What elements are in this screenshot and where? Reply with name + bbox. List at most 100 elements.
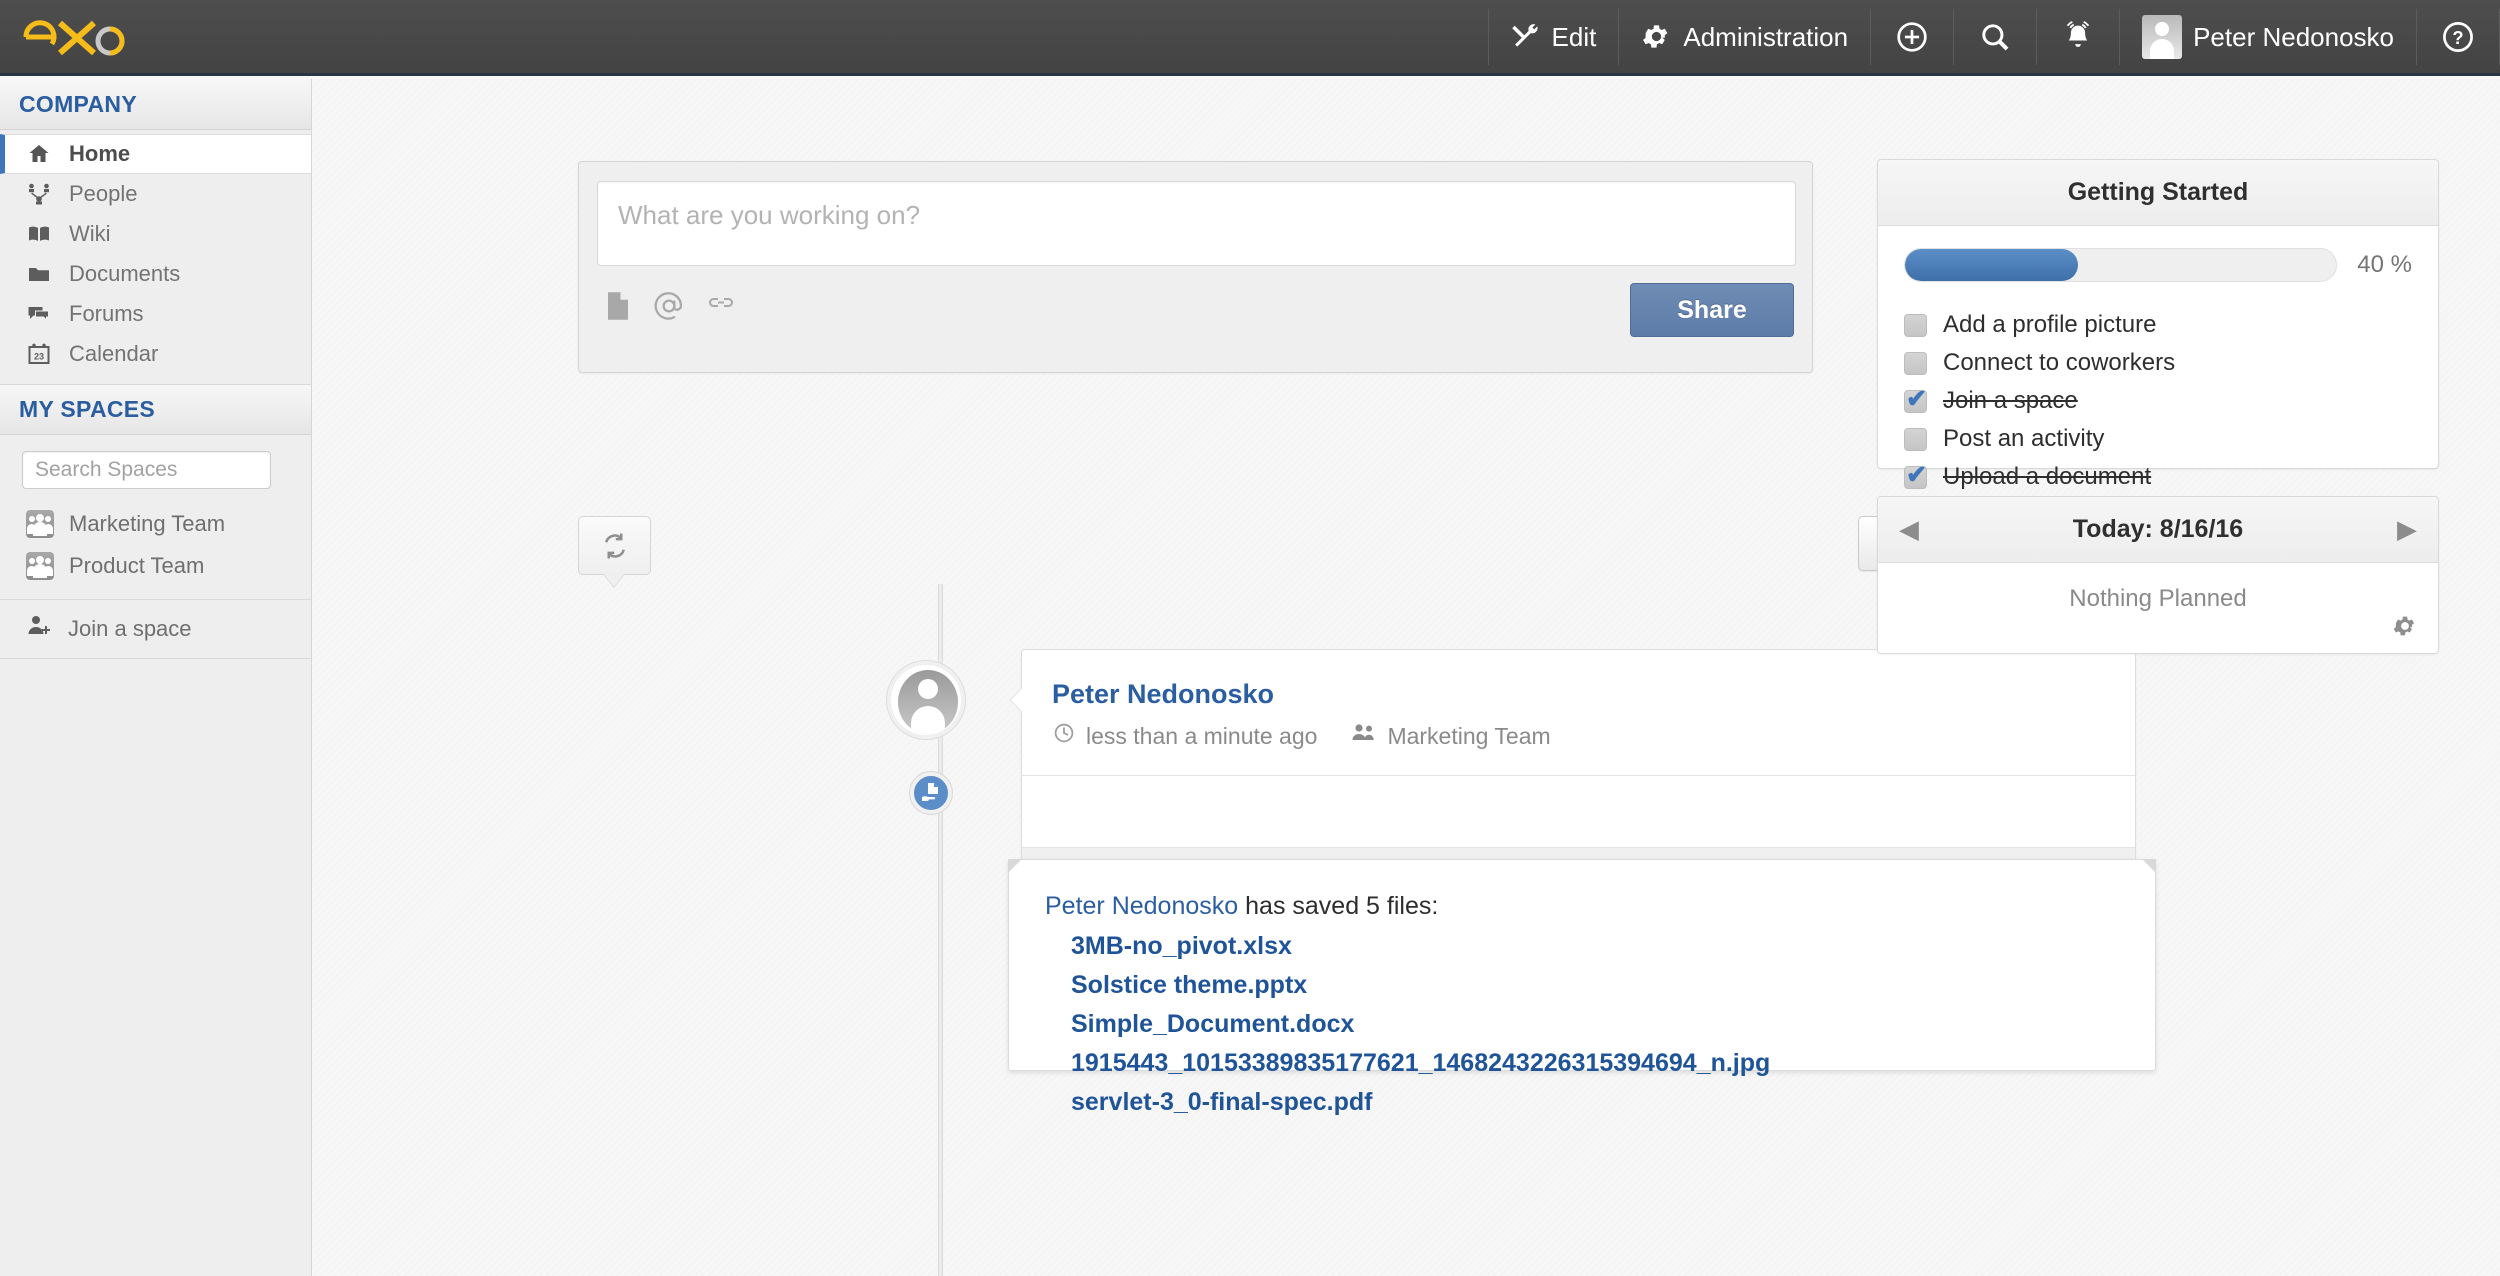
join-a-space-button[interactable]: Join a space <box>0 599 311 659</box>
sidebar-item-label: Wiki <box>69 221 111 247</box>
spaces-search-wrapper <box>0 435 311 503</box>
join-space-label: Join a space <box>68 616 192 642</box>
document-shared-icon <box>919 781 943 805</box>
file-link[interactable]: Solstice theme.pptx <box>1071 972 2155 999</box>
nav-edit-label: Edit <box>1552 24 1597 50</box>
plus-circle-icon <box>1895 20 1929 54</box>
book-icon <box>26 222 52 246</box>
task-item[interactable]: Add a profile picture <box>1904 306 2412 344</box>
activity-author-name[interactable]: Peter Nedonosko <box>1052 679 2105 710</box>
task-item[interactable]: Connect to coworkers <box>1904 344 2412 382</box>
svg-text:23: 23 <box>34 352 44 362</box>
files-popup-author[interactable]: Peter Nedonosko <box>1045 892 1238 920</box>
people-icon <box>26 182 52 206</box>
task-label: Add a profile picture <box>1943 311 2156 339</box>
task-item[interactable]: Join a space <box>1904 382 2412 420</box>
checkbox-unchecked-icon[interactable] <box>1904 314 1927 337</box>
today-body: Nothing Planned <box>1878 563 2438 654</box>
activity-space[interactable]: Marketing Team <box>1387 723 1550 750</box>
getting-started-panel: Getting Started 40 % Add a profile pictu… <box>1877 159 2439 469</box>
progress-track <box>1904 248 2337 282</box>
file-link[interactable]: servlet-3_0-final-spec.pdf <box>1071 1089 2155 1116</box>
search-icon <box>1978 20 2012 54</box>
activity-body <box>1022 775 2135 847</box>
sidebar-item-label: Forums <box>69 301 144 327</box>
gear-icon[interactable] <box>2392 613 2418 644</box>
task-item[interactable]: Upload a document <box>1904 458 2412 496</box>
popup-corner-left <box>1008 859 1022 873</box>
sidebar-item-documents[interactable]: Documents <box>0 254 311 294</box>
nav-help[interactable]: ? <box>2416 9 2500 65</box>
saved-files-popup: Peter Nedonosko has saved 5 files: 3MB-n… <box>1008 859 2156 1071</box>
home-icon <box>26 142 52 166</box>
getting-started-progress: 40 % <box>1878 226 2438 282</box>
getting-started-task-list: Add a profile picture Connect to coworke… <box>1878 282 2438 496</box>
sidebar-item-calendar[interactable]: 23 Calendar <box>0 334 311 374</box>
left-sidebar: COMPANY Home People Wiki <box>0 79 312 1276</box>
nav-add[interactable] <box>1870 9 1953 65</box>
refresh-activities-button[interactable] <box>578 516 651 575</box>
popup-corner-right <box>2142 859 2156 873</box>
sidebar-space-marketing-team[interactable]: Marketing Team <box>0 503 311 545</box>
activity-card-pointer <box>1011 687 1023 713</box>
chevron-left-icon[interactable]: ◀ <box>1900 515 1918 544</box>
help-circle-icon: ? <box>2441 20 2475 54</box>
link-icon[interactable] <box>707 296 735 321</box>
activity-composer: Share <box>578 161 1813 373</box>
progress-fill <box>1905 249 2078 281</box>
exo-logo[interactable] <box>22 15 142 59</box>
checkbox-unchecked-icon[interactable] <box>1904 352 1927 375</box>
add-person-icon <box>26 614 52 644</box>
nav-administration[interactable]: Administration <box>1618 9 1870 65</box>
top-nav-items: Edit Administration <box>1488 9 2500 65</box>
activity-author-avatar[interactable] <box>887 661 965 739</box>
wrench-screwdriver-icon <box>1511 22 1541 52</box>
exo-logo-icon <box>22 15 142 59</box>
folder-icon <box>26 262 52 286</box>
calendar-icon: 23 <box>26 342 52 366</box>
progress-percent-label: 40 % <box>2357 251 2412 279</box>
files-popup-headline: Peter Nedonosko has saved 5 files: <box>1045 892 2155 921</box>
today-empty-text: Nothing Planned <box>2069 585 2246 613</box>
checkbox-checked-icon[interactable] <box>1904 390 1927 413</box>
task-label: Join a space <box>1943 387 2078 415</box>
nav-notifications[interactable] <box>2036 9 2119 65</box>
file-link[interactable]: 1915443_10153389835177621_14682432263153… <box>1071 1050 2155 1077</box>
attach-file-icon[interactable] <box>605 291 631 326</box>
share-button[interactable]: Share <box>1630 283 1794 337</box>
composer-input[interactable] <box>597 181 1796 266</box>
refresh-icon <box>600 531 630 561</box>
sidebar-item-people[interactable]: People <box>0 174 311 214</box>
svg-text:?: ? <box>2452 27 2463 48</box>
sidebar-item-forums[interactable]: Forums <box>0 294 311 334</box>
main-content: Share All Activities ▼ Peter Nedonosko <box>313 79 2500 1276</box>
nav-edit[interactable]: Edit <box>1488 9 1619 65</box>
checkbox-checked-icon[interactable] <box>1904 466 1927 489</box>
task-label: Connect to coworkers <box>1943 349 2175 377</box>
avatar <box>2142 15 2182 59</box>
nav-search[interactable] <box>1953 9 2036 65</box>
sidebar-heading-my-spaces: MY SPACES <box>0 384 311 435</box>
refresh-pointer <box>603 573 625 587</box>
sidebar-item-home[interactable]: Home <box>0 134 311 174</box>
activity-meta: less than a minute ago Marketing Team <box>1052 721 2105 751</box>
clock-icon <box>1052 721 1076 751</box>
nav-user-label: Peter Nedonosko <box>2193 24 2394 50</box>
sidebar-heading-company: COMPANY <box>0 79 311 130</box>
chat-icon <box>26 302 52 326</box>
space-avatar-icon <box>26 552 54 580</box>
nav-user[interactable]: Peter Nedonosko <box>2119 9 2416 65</box>
task-label: Upload a document <box>1943 463 2151 491</box>
search-spaces-input[interactable] <box>22 451 271 489</box>
file-link[interactable]: Simple_Document.docx <box>1071 1011 2155 1038</box>
task-item[interactable]: Post an activity <box>1904 420 2412 458</box>
file-link[interactable]: 3MB-no_pivot.xlsx <box>1071 933 2155 960</box>
activity-time: less than a minute ago <box>1086 723 1317 750</box>
nav-administration-label: Administration <box>1683 24 1848 50</box>
mention-icon[interactable] <box>653 290 685 327</box>
checkbox-unchecked-icon[interactable] <box>1904 428 1927 451</box>
activity-type-badge <box>910 772 952 814</box>
sidebar-item-wiki[interactable]: Wiki <box>0 214 311 254</box>
sidebar-space-product-team[interactable]: Product Team <box>0 545 311 587</box>
chevron-right-icon[interactable]: ▶ <box>2398 515 2416 544</box>
